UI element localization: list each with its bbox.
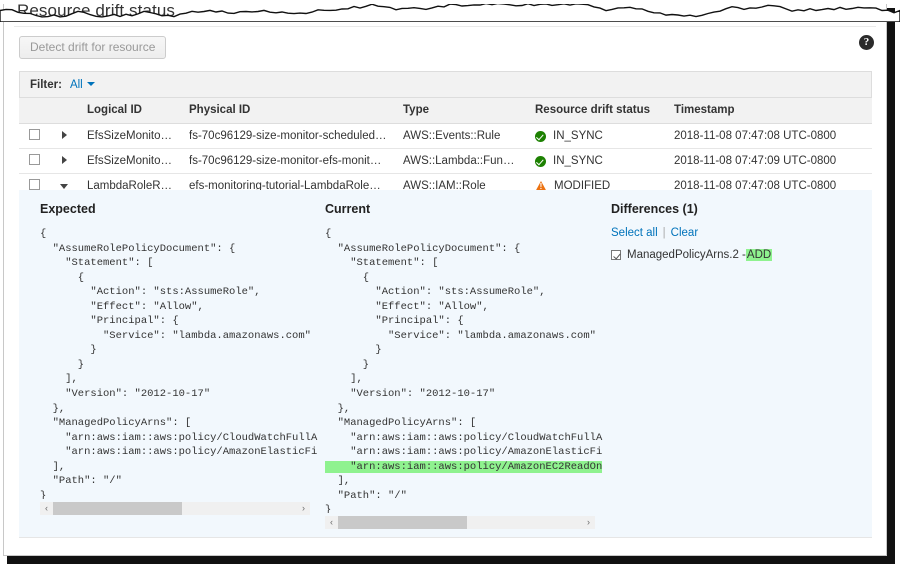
current-json: { "AssumeRolePolicyDocument": { "Stateme… (325, 227, 613, 513)
scroll-thumb[interactable] (53, 502, 182, 515)
cell-drift-status: IN_SYNC (527, 124, 666, 149)
check-circle-icon (535, 156, 546, 167)
expand-row-icon[interactable] (62, 156, 67, 164)
chevron-down-icon (87, 82, 95, 86)
difference-checkbox[interactable] (611, 250, 621, 260)
scroll-right-arrow-icon[interactable]: › (297, 502, 310, 515)
col-header-select (19, 98, 51, 124)
scroll-right-arrow-icon[interactable]: › (582, 516, 595, 529)
links-separator: | (663, 227, 666, 239)
title-divider (14, 26, 876, 27)
difference-item: ManagedPolicyArns.2 - ADD (611, 249, 861, 261)
col-header-physical-id[interactable]: Physical ID (181, 98, 395, 124)
clear-link[interactable]: Clear (671, 227, 698, 239)
select-all-link[interactable]: Select all (611, 227, 658, 239)
scroll-left-arrow-icon[interactable]: ‹ (40, 502, 53, 515)
differences-heading: Differences (1) (611, 202, 861, 216)
card-shadow-right (887, 8, 895, 564)
expected-json: { "AssumeRolePolicyDocument": { "Stateme… (40, 227, 328, 499)
row-select-cell (19, 149, 51, 174)
page-title: Resource drift status (17, 1, 175, 21)
current-heading: Current (325, 202, 613, 216)
current-horizontal-scrollbar[interactable]: ‹ › (325, 516, 595, 529)
current-json-before: { "AssumeRolePolicyDocument": { "Stateme… (325, 228, 602, 458)
detect-drift-for-resource-button[interactable]: Detect drift for resource (19, 36, 166, 59)
help-circle-icon[interactable]: ? (859, 35, 874, 50)
scroll-left-arrow-icon[interactable]: ‹ (325, 516, 338, 529)
cell-logical-id: EfsSizeMonitorEv… (79, 124, 181, 149)
differences-column: Differences (1) Select all | Clear Managed… (611, 202, 861, 261)
current-column: Current { "AssumeRolePolicyDocument": { … (325, 202, 613, 513)
row-expand-cell (51, 149, 79, 174)
row-checkbox[interactable] (29, 154, 40, 165)
drift-detail-panel: Expected { "AssumeRolePolicyDocument": {… (19, 190, 872, 538)
table-row: EfsSizeMonitorFu… fs-70c96129-size-monit… (19, 149, 872, 174)
row-select-cell (19, 124, 51, 149)
row-checkbox[interactable] (29, 179, 40, 190)
expected-column: Expected { "AssumeRolePolicyDocument": {… (40, 202, 328, 499)
difference-change-badge: ADD (746, 249, 772, 261)
drift-status-card: Resource drift status ? Detect drift for… (3, 0, 887, 556)
cell-type: AWS::Lambda::Function (395, 149, 527, 174)
cell-type: AWS::Events::Rule (395, 124, 527, 149)
row-expand-cell (51, 124, 79, 149)
scroll-track[interactable] (53, 502, 297, 515)
screenshot-root: Resource drift status ? Detect drift for… (0, 0, 900, 573)
scroll-thumb[interactable] (338, 516, 467, 529)
col-header-resource-drift-status[interactable]: Resource drift status (527, 98, 666, 124)
filter-bar: Filter: All (19, 71, 872, 97)
col-header-expand (51, 98, 79, 124)
resource-drift-table: Logical ID Physical ID Type Resource dri… (19, 97, 872, 199)
collapse-row-icon[interactable] (60, 184, 68, 189)
status-text: IN_SYNC (553, 130, 603, 142)
row-checkbox[interactable] (29, 129, 40, 140)
cell-physical-id: fs-70c96129-size-monitor-scheduled-event… (181, 124, 395, 149)
cell-drift-status: IN_SYNC (527, 149, 666, 174)
expected-heading: Expected (40, 202, 328, 216)
differences-links: Select all | Clear (611, 227, 861, 239)
status-text: IN_SYNC (553, 155, 603, 167)
cell-timestamp: 2018-11-08 07:47:08 UTC-0800 (666, 124, 872, 149)
filter-label: Filter: (30, 79, 62, 91)
cell-logical-id: EfsSizeMonitorFu… (79, 149, 181, 174)
col-header-logical-id[interactable]: Logical ID (79, 98, 181, 124)
scroll-track[interactable] (338, 516, 582, 529)
check-circle-icon (535, 131, 546, 142)
card-shadow (7, 556, 891, 564)
current-json-added-line: "arn:aws:iam::aws:policy/AmazonEC2ReadOn (325, 461, 602, 473)
cell-physical-id: fs-70c96129-size-monitor-efs-monitoring-… (181, 149, 395, 174)
expand-row-icon[interactable] (62, 131, 67, 139)
filter-dropdown-value: All (70, 79, 83, 91)
table-row: EfsSizeMonitorEv… fs-70c96129-size-monit… (19, 124, 872, 149)
cell-timestamp: 2018-11-08 07:47:09 UTC-0800 (666, 149, 872, 174)
table-header-row: Logical ID Physical ID Type Resource dri… (19, 98, 872, 124)
difference-path: ManagedPolicyArns.2 - (627, 249, 746, 261)
col-header-timestamp[interactable]: Timestamp (666, 98, 872, 124)
expected-horizontal-scrollbar[interactable]: ‹ › (40, 502, 310, 515)
filter-dropdown[interactable]: All (70, 79, 95, 91)
col-header-type[interactable]: Type (395, 98, 527, 124)
current-json-after: ], "Path": "/" } (325, 475, 407, 513)
